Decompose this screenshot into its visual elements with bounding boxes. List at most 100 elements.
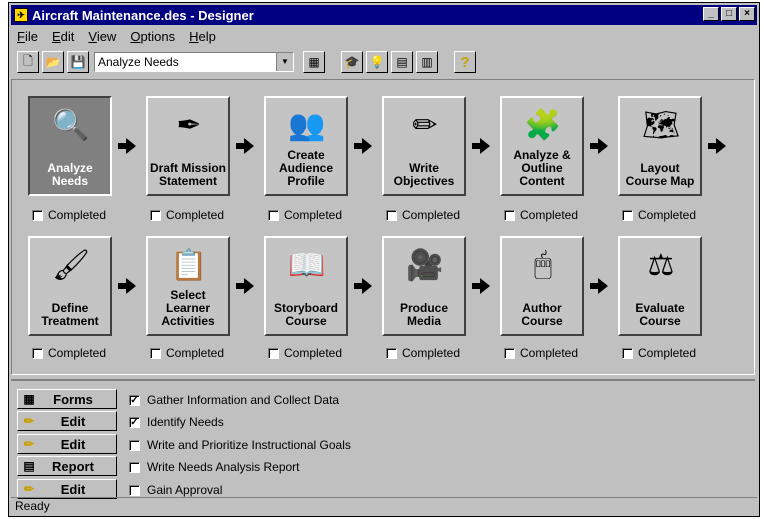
scale-icon: ⚖ — [647, 248, 675, 282]
step-create-audience-profile[interactable]: 👥 Create Audience Profile — [264, 96, 348, 196]
arrow-right-icon — [354, 278, 372, 294]
new-file-icon: 🗋 — [23, 53, 33, 68]
step-storyboard-course[interactable]: 📖 Storyboard Course — [264, 236, 348, 336]
menu-help[interactable]: Help — [189, 29, 216, 44]
arrow-right-icon — [236, 138, 254, 154]
chevron-down-icon[interactable]: ▼ — [276, 53, 293, 71]
completed-checkbox[interactable]: Completed — [150, 346, 224, 360]
window-title: Aircraft Maintenance.des - Designer — [32, 7, 254, 23]
arrow-right-icon — [118, 138, 136, 154]
completed-checkbox[interactable]: Completed — [150, 208, 224, 222]
checkbox-unchecked[interactable] — [129, 484, 140, 496]
pencil-icon: ✏ — [23, 437, 35, 451]
step-draft-mission-statement[interactable]: ✒ Draft Mission Statement — [146, 96, 230, 196]
map-icon: 🗺 — [641, 108, 681, 142]
form-button[interactable]: ▤ — [391, 51, 413, 73]
book-icon: 📖 — [288, 248, 326, 282]
step-layout-course-map[interactable]: 🗺 Layout Course Map — [618, 96, 702, 196]
checkbox-checked[interactable]: ✓ — [129, 394, 140, 406]
grid-button[interactable]: ▦ — [303, 51, 325, 73]
completed-checkbox[interactable]: Completed — [504, 346, 578, 360]
report-icon: ▥ — [421, 55, 433, 69]
chalkboard-icon: 📋 — [170, 248, 208, 282]
checkbox-checked[interactable]: ✓ — [129, 416, 140, 428]
pencil-icon: ✏ — [23, 482, 35, 496]
mouse-hand-icon: 🖱 — [534, 248, 552, 281]
completed-checkbox[interactable]: Completed — [32, 346, 106, 360]
menu-file[interactable]: File — [17, 29, 38, 44]
checkbox-box[interactable] — [32, 209, 43, 221]
checkbox-box[interactable] — [150, 209, 161, 221]
task-item[interactable]: Write Needs Analysis Report — [129, 460, 300, 474]
checkbox-box[interactable] — [622, 347, 633, 359]
report-button[interactable]: ▥ — [416, 51, 438, 73]
pencil-icon: ✏ — [412, 108, 438, 142]
completed-checkbox[interactable]: Completed — [386, 208, 460, 222]
idea-button[interactable]: 💡 — [366, 51, 388, 73]
close-button[interactable]: × — [739, 7, 755, 21]
completed-checkbox[interactable]: Completed — [268, 208, 342, 222]
task-item[interactable]: ✓ Identify Needs — [129, 415, 224, 429]
question-mark-icon: ? — [460, 53, 470, 71]
checkbox-unchecked[interactable] — [129, 439, 140, 451]
completed-checkbox[interactable]: Completed — [268, 346, 342, 360]
checkbox-box[interactable] — [386, 209, 397, 221]
checkbox-unchecked[interactable] — [129, 461, 140, 473]
report-icon: ▤ — [23, 459, 35, 473]
checkbox-box[interactable] — [622, 209, 633, 221]
designer-window: ✈ Aircraft Maintenance.des - Designer _ … — [8, 2, 760, 517]
checkbox-box[interactable] — [150, 347, 161, 359]
step-select-learner-activities[interactable]: 📋 Select Learner Activities — [146, 236, 230, 336]
help-button[interactable]: ? — [454, 51, 476, 73]
open-folder-icon: 📂 — [45, 55, 61, 69]
report-button[interactable]: ▤ Report — [17, 456, 117, 476]
step-evaluate-course[interactable]: ⚖ Evaluate Course — [618, 236, 702, 336]
arrow-right-icon — [472, 138, 490, 154]
checkbox-box[interactable] — [268, 209, 279, 221]
process-map: 🔍 Analyze Needs ✒ Draft Mission Statemen… — [11, 79, 755, 375]
completed-checkbox[interactable]: Completed — [386, 346, 460, 360]
arrow-right-icon — [708, 138, 726, 154]
completed-checkbox[interactable]: Completed — [504, 208, 578, 222]
step-select[interactable]: Analyze Needs ▼ — [94, 52, 294, 72]
menu-edit[interactable]: Edit — [52, 29, 74, 44]
menu-options[interactable]: Options — [130, 29, 175, 44]
checkbox-box[interactable] — [268, 347, 279, 359]
completed-checkbox[interactable]: Completed — [622, 346, 696, 360]
task-item[interactable]: ✓ Gather Information and Collect Data — [129, 393, 339, 407]
step-analyze-needs[interactable]: 🔍 Analyze Needs — [28, 96, 112, 196]
checkbox-box[interactable] — [32, 347, 43, 359]
task-panel: ▦ Forms ✏ Edit ✏ Edit ▤ Report ✏ Edit ✓ Gather… — [11, 379, 755, 501]
camera-icon: 🎥 — [406, 248, 444, 282]
step-produce-media[interactable]: 🎥 Produce Media — [382, 236, 466, 336]
forms-icon: ▦ — [23, 392, 35, 406]
edit-button[interactable]: ✏ Edit — [17, 434, 117, 454]
grid-icon: ▦ — [308, 55, 320, 69]
step-author-course[interactable]: 🖱 Author Course — [500, 236, 584, 336]
step-write-objectives[interactable]: ✏ Write Objectives — [382, 96, 466, 196]
step-define-treatment[interactable]: 🖌 Define Treatment — [28, 236, 112, 336]
new-file-button[interactable]: 🗋 — [17, 51, 39, 73]
completed-checkbox[interactable]: Completed — [32, 208, 106, 222]
arrow-right-icon — [236, 278, 254, 294]
forms-button[interactable]: ▦ Forms — [17, 389, 117, 409]
minimize-button[interactable]: _ — [703, 7, 719, 21]
task-item[interactable]: Write and Prioritize Instructional Goals — [129, 438, 351, 452]
arrow-right-icon — [590, 278, 608, 294]
maximize-button[interactable]: □ — [721, 7, 737, 21]
course-button[interactable]: 🎓 — [341, 51, 363, 73]
edit-button[interactable]: ✏ Edit — [17, 479, 117, 499]
form-icon: ▤ — [396, 55, 408, 69]
completed-checkbox[interactable]: Completed — [622, 208, 696, 222]
open-file-button[interactable]: 📂 — [42, 51, 64, 73]
save-button[interactable]: 💾 — [67, 51, 89, 73]
task-item[interactable]: Gain Approval — [129, 483, 222, 497]
checkbox-box[interactable] — [504, 209, 515, 221]
checkbox-box[interactable] — [504, 347, 515, 359]
puzzle-icon: 🧩 — [524, 108, 562, 142]
menu-view[interactable]: View — [88, 29, 116, 44]
checkbox-box[interactable] — [386, 347, 397, 359]
step-analyze-outline-content[interactable]: 🧩 Analyze & Outline Content — [500, 96, 584, 196]
title-bar[interactable]: ✈ Aircraft Maintenance.des - Designer _ … — [11, 5, 757, 25]
edit-button[interactable]: ✏ Edit — [17, 411, 117, 431]
